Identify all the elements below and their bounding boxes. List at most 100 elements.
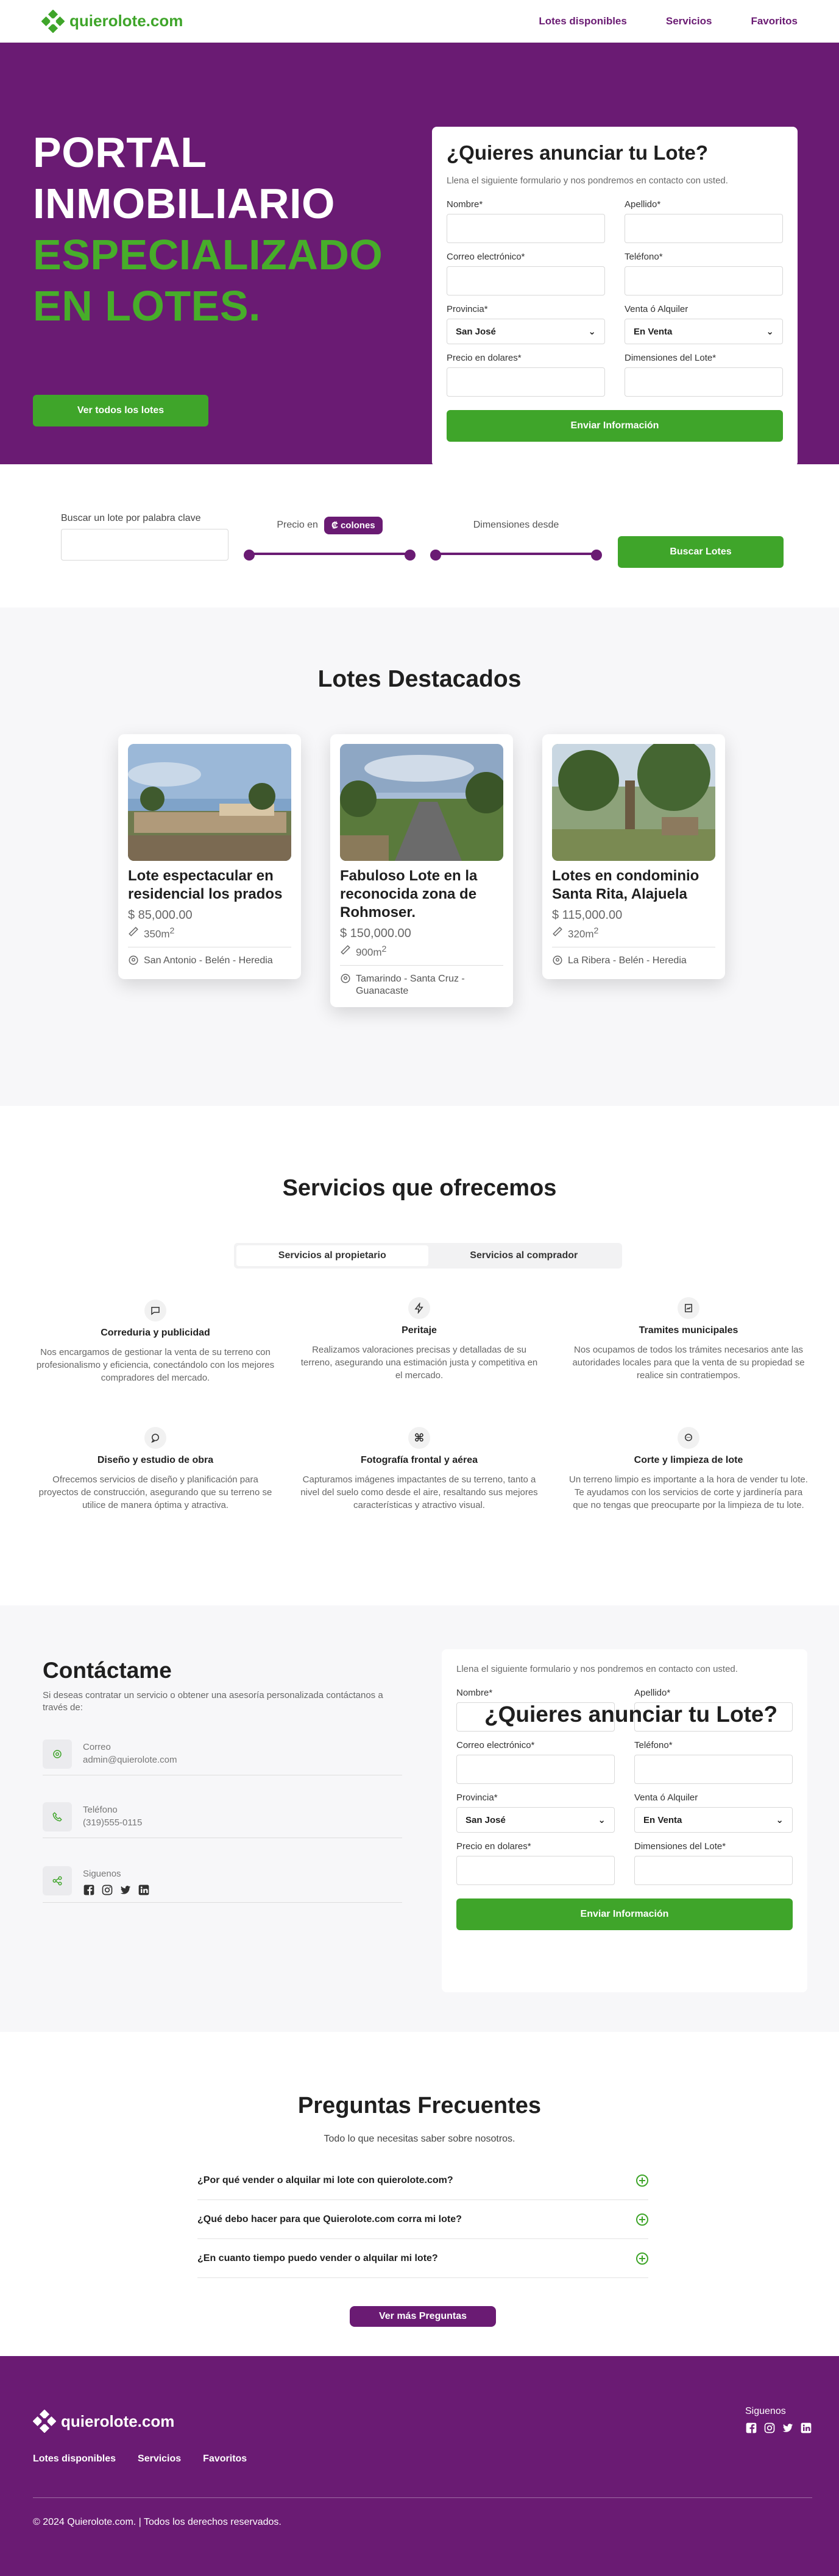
phone-value[interactable]: (319)555-0115	[83, 1817, 142, 1828]
twitter-icon[interactable]	[782, 2422, 794, 2434]
email-input[interactable]	[456, 1755, 615, 1784]
facebook-icon[interactable]	[83, 1884, 95, 1896]
service-title: Correduria y publicidad	[101, 1328, 210, 1338]
tab-buyer-services[interactable]: Servicios al comprador	[428, 1245, 620, 1266]
phone-input[interactable]	[625, 266, 783, 295]
plus-circle-icon[interactable]	[636, 2213, 648, 2226]
sale-label: Venta ó Alquiler	[634, 1792, 698, 1803]
hero-section: PORTAL INMOBILIARIO ESPECIALIZADO EN LOT…	[0, 43, 839, 467]
location-pin-icon	[340, 973, 351, 988]
footer-logo[interactable]: quierolote.com	[33, 2410, 174, 2433]
service-item: Diseño y estudio de obra Ofrecemos servi…	[34, 1427, 277, 1512]
ruler-icon	[340, 944, 351, 958]
footer-link-favoritos[interactable]: Favoritos	[203, 2454, 247, 2465]
phone-label: Teléfono*	[625, 252, 663, 262]
service-text: Un terreno limpio es importante a la hor…	[569, 1474, 808, 1510]
faq-item[interactable]: ¿En cuanto tiempo puedo vender o alquila…	[197, 2239, 648, 2278]
copyright: © 2024 Quierolote.com. | Todos los derec…	[33, 2517, 281, 2527]
site-logo[interactable]: quierolote.com	[41, 9, 183, 33]
keyword-input[interactable]	[61, 529, 228, 561]
dimensions-range: Dimensiones desde	[430, 513, 602, 561]
plus-circle-icon[interactable]	[636, 2174, 648, 2187]
phone-input[interactable]	[634, 1755, 793, 1784]
lot-size: 350m2	[128, 926, 291, 947]
sale-select[interactable]: En Venta ⌄	[634, 1807, 793, 1833]
sale-value: En Venta	[634, 326, 673, 337]
footer-link-lotes[interactable]: Lotes disponibles	[33, 2454, 116, 2465]
nav-servicios[interactable]: Servicios	[666, 15, 712, 27]
footer-divider	[33, 2497, 812, 2498]
linkedin-icon[interactable]	[800, 2422, 812, 2434]
name-label: Nombre*	[447, 199, 483, 210]
lot-size: 320m2	[552, 926, 715, 947]
nav-lotes-disponibles[interactable]: Lotes disponibles	[539, 15, 627, 27]
lot-location: Tamarindo - Santa Cruz - Guanacaste	[340, 973, 503, 997]
instagram-icon[interactable]	[101, 1884, 113, 1896]
bolt-icon	[408, 1297, 430, 1319]
sale-value: En Venta	[643, 1814, 682, 1825]
hero-title: PORTAL INMOBILIARIO ESPECIALIZADO EN LOT…	[33, 127, 383, 331]
price-range-track	[247, 553, 412, 555]
instagram-icon[interactable]	[763, 2422, 776, 2434]
plus-circle-icon[interactable]	[636, 2252, 648, 2265]
lot-card[interactable]: Lote espectacular en residencial los pra…	[118, 734, 301, 979]
sale-select[interactable]: En Venta ⌄	[625, 319, 783, 344]
lot-card[interactable]: Fabuloso Lote en la reconocida zona de R…	[330, 734, 513, 1007]
email-input[interactable]	[447, 266, 605, 295]
province-select[interactable]: San José ⌄	[447, 319, 605, 344]
logo-icon	[41, 9, 65, 33]
phone-label: Teléfono*	[634, 1740, 673, 1750]
email-value[interactable]: admin@quierolote.com	[83, 1755, 177, 1765]
price-max-handle[interactable]	[405, 550, 416, 561]
more-questions-button[interactable]: Ver más Preguntas	[350, 2306, 496, 2327]
featured-section: Lotes Destacados Lote espectacular en re…	[0, 607, 839, 1106]
service-title: Fotografía frontal y aérea	[360, 1455, 478, 1465]
services-section: Servicios que ofrecemos Servicios al pro…	[0, 1106, 839, 1605]
submit-button[interactable]: Enviar Información	[447, 410, 783, 442]
contact-email: Correo admin@quierolote.com	[43, 1739, 402, 1775]
dimensions-min-handle[interactable]	[430, 550, 441, 561]
search-lots-button[interactable]: Buscar Lotes	[618, 536, 784, 568]
tab-owner-services[interactable]: Servicios al propietario	[236, 1245, 428, 1266]
share-icon	[43, 1866, 72, 1895]
lot-card[interactable]: Lotes en condominio Santa Rita, Alajuela…	[542, 734, 725, 979]
dimensions-input[interactable]	[634, 1856, 793, 1885]
linkedin-icon[interactable]	[138, 1884, 150, 1896]
faq-section: Preguntas Frecuentes Todo lo que necesit…	[0, 2032, 839, 2356]
lead-form-subtitle: Llena el siguiente formulario y nos pond…	[456, 1664, 738, 1674]
hero-title-line-4: EN LOTES.	[33, 282, 261, 330]
footer-link-servicios[interactable]: Servicios	[138, 2454, 181, 2465]
sale-label: Venta ó Alquiler	[625, 304, 689, 314]
faq-item[interactable]: ¿Qué debo hacer para que Quierolote.com …	[197, 2200, 648, 2239]
dimensions-max-handle[interactable]	[591, 550, 602, 561]
price-min-handle[interactable]	[244, 550, 255, 561]
see-all-lots-button[interactable]: Ver todos los lotes	[33, 395, 208, 426]
size-superscript: 2	[593, 926, 599, 936]
faq-title: Preguntas Frecuentes	[297, 2093, 542, 2118]
service-text: Nos ocupamos de todos los trámites neces…	[572, 1345, 805, 1381]
lot-location-text: La Ribera - Belén - Heredia	[568, 955, 687, 966]
faq-item[interactable]: ¿Por qué vender o alquilar mi lote con q…	[197, 2161, 648, 2200]
twitter-icon[interactable]	[119, 1884, 132, 1896]
keyword-label: Buscar un lote por palabra clave	[61, 513, 201, 523]
price-input[interactable]	[447, 367, 605, 397]
price-range: Precio en ₡ colones	[244, 513, 416, 561]
lead-form-title: ¿Quieres anunciar tu Lote?	[484, 1702, 778, 1727]
dimensions-label: Dimensiones del Lote*	[625, 353, 717, 363]
nav-favoritos[interactable]: Favoritos	[751, 15, 798, 27]
chat-dots-icon	[678, 1427, 699, 1449]
province-select[interactable]: San José ⌄	[456, 1807, 615, 1833]
faq-question: ¿Qué debo hacer para que Quierolote.com …	[197, 2213, 462, 2224]
price-input[interactable]	[456, 1856, 615, 1885]
hero-title-line-2: INMOBILIARIO	[33, 180, 335, 227]
lot-location: San Antonio - Belén - Heredia	[128, 955, 291, 969]
submit-button[interactable]: Enviar Información	[456, 1898, 793, 1930]
lot-location-text: San Antonio - Belén - Heredia	[144, 955, 273, 966]
name-label: Nombre*	[456, 1688, 493, 1698]
facebook-icon[interactable]	[745, 2422, 757, 2434]
name-input[interactable]	[447, 214, 605, 243]
currency-toggle[interactable]: ₡ colones	[324, 516, 383, 534]
lastname-input[interactable]	[625, 214, 783, 243]
footer-social: Siguenos	[745, 2406, 812, 2434]
dimensions-input[interactable]	[625, 367, 783, 397]
